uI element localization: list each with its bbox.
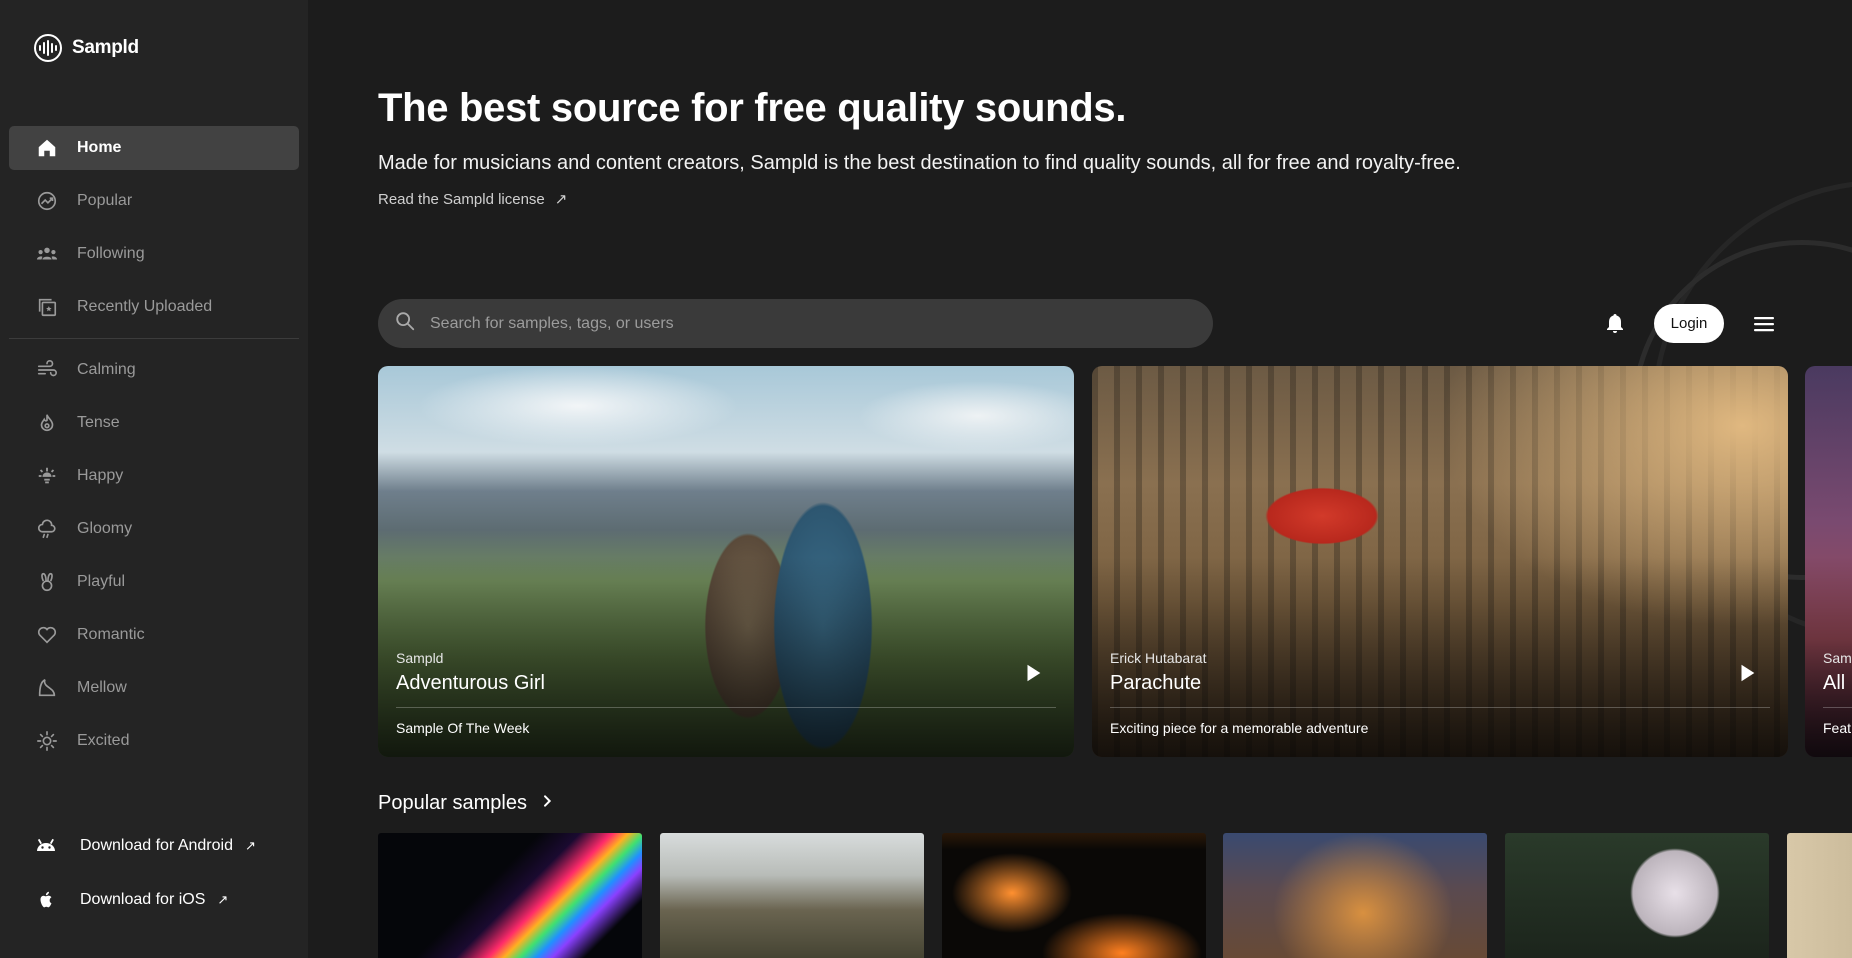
- popular-samples-heading[interactable]: Popular samples: [378, 792, 555, 815]
- sample-thumbnail[interactable]: [942, 833, 1206, 958]
- card-author: Sam: [1823, 650, 1852, 666]
- sidebar-item-label: Calming: [77, 361, 136, 378]
- heart-icon: [35, 623, 59, 647]
- sidebar-item-playful[interactable]: Playful: [9, 560, 299, 604]
- bunny-icon: [35, 570, 59, 594]
- chevron-right-icon: [539, 792, 555, 815]
- sidebar-item-gloomy[interactable]: Gloomy: [9, 507, 299, 551]
- sidebar-item-label: Home: [77, 139, 122, 156]
- rain-cloud-icon: [35, 517, 59, 541]
- main-content: The best source for free quality sounds.…: [308, 0, 1852, 958]
- sidebar-item-label: Mellow: [77, 679, 127, 696]
- sun-icon: [35, 729, 59, 753]
- brand-logo[interactable]: Sampld: [34, 34, 139, 62]
- featured-card[interactable]: Erick Hutabarat Parachute Exciting piece…: [1092, 366, 1788, 757]
- search-icon: [394, 310, 416, 337]
- apple-icon: [34, 888, 58, 912]
- featured-card[interactable]: Sampld Adventurous Girl Sample Of The We…: [378, 366, 1074, 757]
- sidebar-item-romantic[interactable]: Romantic: [9, 613, 299, 657]
- card-description: Exciting piece for a memorable adventure: [1110, 720, 1369, 736]
- hero-title: The best source for free quality sounds.: [378, 86, 1127, 130]
- sidebar-item-label: Excited: [77, 732, 130, 749]
- card-divider: [1823, 707, 1852, 708]
- sample-thumbnail[interactable]: [1505, 833, 1769, 958]
- featured-card[interactable]: Sam All I Feat: [1805, 366, 1852, 757]
- waveform-logo-icon: [34, 34, 62, 62]
- sidebar-item-home[interactable]: Home: [9, 126, 299, 170]
- license-link-label: Read the Sampld license: [378, 190, 545, 208]
- card-title: All I: [1823, 672, 1852, 694]
- card-author: Erick Hutabarat: [1110, 650, 1207, 666]
- card-divider: [396, 707, 1056, 708]
- sidebar-item-label: Tense: [77, 414, 120, 431]
- card-divider: [1110, 707, 1770, 708]
- recent-upload-icon: [35, 295, 59, 319]
- sidebar-item-popular[interactable]: Popular: [9, 179, 299, 223]
- app: Sampld Home Popular Following Recently U…: [0, 0, 1852, 958]
- external-link-icon: ↗: [244, 838, 256, 853]
- sidebar-item-label: Happy: [77, 467, 124, 484]
- sidebar-nav: Home Popular Following Recently Uploaded: [9, 126, 299, 772]
- sidebar-item-happy[interactable]: Happy: [9, 454, 299, 498]
- card-author: Sampld: [396, 650, 444, 666]
- sidebar-item-label: Playful: [77, 573, 126, 590]
- sample-thumbnail[interactable]: [1787, 833, 1852, 958]
- external-link-icon: ↗: [554, 191, 568, 208]
- android-icon: [34, 834, 58, 858]
- sidebar-item-label: Recently Uploaded: [77, 298, 213, 315]
- download-android-link[interactable]: Download for Android ↗: [34, 834, 256, 858]
- card-description: Feat: [1823, 720, 1852, 736]
- sidebar-item-mellow[interactable]: Mellow: [9, 666, 299, 710]
- sidebar-item-tense[interactable]: Tense: [9, 401, 299, 445]
- flame-icon: [35, 411, 59, 435]
- people-icon: [35, 242, 59, 266]
- search-bar[interactable]: [378, 299, 1213, 348]
- wind-icon: [35, 358, 59, 382]
- card-description: Sample Of The Week: [396, 720, 530, 736]
- sidebar-divider: [9, 338, 299, 339]
- sidebar-item-following[interactable]: Following: [9, 232, 299, 276]
- notifications-bell-icon[interactable]: [1603, 311, 1627, 335]
- search-input[interactable]: [430, 314, 1190, 333]
- hamburger-menu-icon[interactable]: [1752, 312, 1776, 336]
- sample-thumbnail[interactable]: [1223, 833, 1487, 958]
- card-title: Adventurous Girl: [396, 672, 545, 694]
- sidebar-item-label: Romantic: [77, 626, 145, 643]
- sample-thumbnail[interactable]: [378, 833, 642, 958]
- hero-subtitle: Made for musicians and content creators,…: [378, 152, 1461, 174]
- home-icon: [35, 136, 59, 160]
- sidebar: Sampld Home Popular Following Recently U…: [0, 0, 308, 958]
- play-icon[interactable]: [1022, 662, 1044, 684]
- sidebar-item-excited[interactable]: Excited: [9, 719, 299, 763]
- sidebar-item-calming[interactable]: Calming: [9, 348, 299, 392]
- sidebar-item-label: Gloomy: [77, 520, 133, 537]
- download-ios-label: Download for iOS: [80, 891, 206, 908]
- card-title: Parachute: [1110, 672, 1202, 694]
- sample-thumbnail[interactable]: [660, 833, 924, 958]
- download-ios-link[interactable]: Download for iOS ↗: [34, 888, 228, 912]
- external-link-icon: ↗: [217, 892, 229, 907]
- brand-name: Sampld: [72, 37, 139, 58]
- login-button[interactable]: Login: [1654, 304, 1724, 343]
- play-icon[interactable]: [1736, 662, 1758, 684]
- download-android-label: Download for Android: [80, 837, 233, 854]
- trending-icon: [35, 189, 59, 213]
- license-link[interactable]: Read the Sampld license ↗: [378, 190, 568, 209]
- moon-icon: [35, 676, 59, 700]
- sunrise-icon: [35, 464, 59, 488]
- sidebar-item-label: Popular: [77, 192, 133, 209]
- sidebar-item-label: Following: [77, 245, 145, 262]
- sidebar-item-recently-uploaded[interactable]: Recently Uploaded: [9, 285, 299, 329]
- popular-samples-title: Popular samples: [378, 792, 527, 814]
